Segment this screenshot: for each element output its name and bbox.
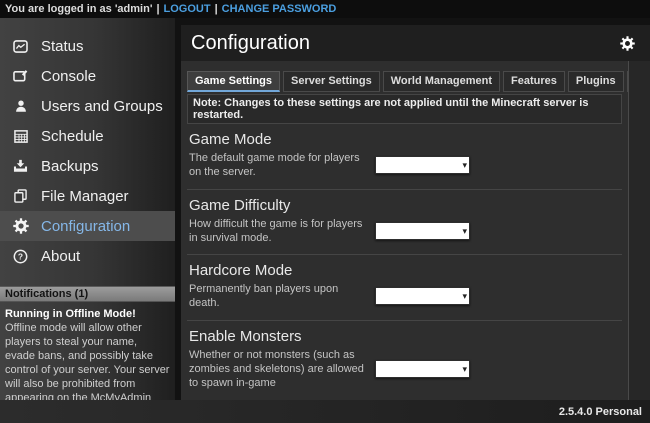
setting-row-game-difficulty: Game Difficulty How difficult the game i… <box>187 190 622 256</box>
tab-game-settings[interactable]: Game Settings <box>187 71 280 92</box>
game-difficulty-dropdown[interactable]: ▾ <box>375 222 470 240</box>
sidebar-item-label: Configuration <box>41 218 130 235</box>
change-password-link[interactable]: CHANGE PASSWORD <box>222 3 337 15</box>
enable-monsters-select[interactable] <box>376 363 469 379</box>
setting-row-game-mode: Game Mode The default game mode for play… <box>187 124 622 190</box>
logout-link[interactable]: LOGOUT <box>164 3 211 15</box>
setting-description: The default game mode for players on the… <box>189 151 369 180</box>
game-difficulty-select[interactable] <box>376 225 469 241</box>
tab-bar: Game Settings Server Settings World Mana… <box>187 71 622 92</box>
notification-item: Running in Offline Mode! Offline mode wi… <box>0 302 175 400</box>
main-panel: Configuration Game Settings Server Setti… <box>175 18 650 400</box>
separator: | <box>215 3 218 15</box>
calendar-grid-icon <box>12 130 29 143</box>
setting-description: Whether or not monsters (such as zombies… <box>189 348 369 391</box>
settings-content: Game Settings Server Settings World Mana… <box>181 61 629 400</box>
sidebar-item-label: Users and Groups <box>41 98 163 115</box>
tab-world-management[interactable]: World Management <box>383 71 500 92</box>
setting-title: Game Difficulty <box>189 197 620 214</box>
setting-description: How difficult the game is for players in… <box>189 217 369 246</box>
restart-note: Note: Changes to these settings are not … <box>187 94 622 124</box>
mcmyadmin-app: You are logged in as 'admin' | LOGOUT | … <box>0 0 650 423</box>
sidebar-nav: Status Console Users and Groups <box>0 18 175 271</box>
setting-description: Permanently ban players upon death. <box>189 282 369 311</box>
sidebar-item-about[interactable]: ? About <box>0 241 175 271</box>
gear-icon <box>12 218 29 234</box>
sidebar-item-label: About <box>41 248 80 265</box>
notification-title: Running in Offline Mode! <box>5 308 170 322</box>
setting-title: Enable Monsters <box>189 328 620 345</box>
sidebar-item-backups[interactable]: Backups <box>0 151 175 181</box>
question-circle-icon: ? <box>12 249 29 264</box>
user-icon <box>12 99 29 113</box>
enable-monsters-dropdown[interactable]: ▾ <box>375 360 470 378</box>
sidebar-item-users-and-groups[interactable]: Users and Groups <box>0 91 175 121</box>
notifications-header: Notifications (1) <box>0 286 175 302</box>
panel-header: Configuration <box>181 25 650 61</box>
hardcore-mode-select[interactable] <box>376 290 469 306</box>
right-gutter <box>629 61 650 400</box>
sidebar: Status Console Users and Groups <box>0 18 175 400</box>
page-title: Configuration <box>191 32 310 55</box>
files-icon <box>12 189 29 203</box>
game-mode-select[interactable] <box>376 159 469 175</box>
top-bar: You are logged in as 'admin' | LOGOUT | … <box>0 0 650 18</box>
sidebar-item-schedule[interactable]: Schedule <box>0 121 175 151</box>
logged-in-text: You are logged in as 'admin' <box>5 3 152 15</box>
sidebar-item-configuration[interactable]: Configuration <box>0 211 175 241</box>
version-label: 2.5.4.0 Personal <box>559 406 642 418</box>
body-row: Status Console Users and Groups <box>0 18 650 400</box>
tab-server-settings[interactable]: Server Settings <box>283 71 380 92</box>
gear-icon[interactable] <box>620 36 635 51</box>
setting-title: Hardcore Mode <box>189 262 620 279</box>
svg-text:?: ? <box>18 251 23 261</box>
notification-text: Offline mode will allow other players to… <box>5 322 170 400</box>
setting-row-hardcore-mode: Hardcore Mode Permanently ban players up… <box>187 255 622 321</box>
console-icon <box>12 69 29 83</box>
sidebar-item-label: Schedule <box>41 128 104 145</box>
sidebar-item-console[interactable]: Console <box>0 61 175 91</box>
setting-row-enable-monsters: Enable Monsters Whether or not monsters … <box>187 321 622 400</box>
sidebar-item-label: Backups <box>41 158 99 175</box>
sidebar-item-status[interactable]: Status <box>0 31 175 61</box>
setting-title: Game Mode <box>189 131 620 148</box>
sidebar-item-file-manager[interactable]: File Manager <box>0 181 175 211</box>
sidebar-item-label: Console <box>41 68 96 85</box>
tab-plugins[interactable]: Plugins <box>568 71 624 92</box>
tab-features[interactable]: Features <box>503 71 565 92</box>
separator: | <box>156 3 159 15</box>
backup-download-icon <box>12 159 29 173</box>
footer-bar: 2.5.4.0 Personal <box>0 400 650 423</box>
content-row: Game Settings Server Settings World Mana… <box>181 61 650 400</box>
sidebar-item-label: Status <box>41 38 84 55</box>
sidebar-item-label: File Manager <box>41 188 129 205</box>
hardcore-mode-dropdown[interactable]: ▾ <box>375 287 470 305</box>
status-chart-icon <box>12 40 29 53</box>
game-mode-dropdown[interactable]: ▾ <box>375 156 470 174</box>
